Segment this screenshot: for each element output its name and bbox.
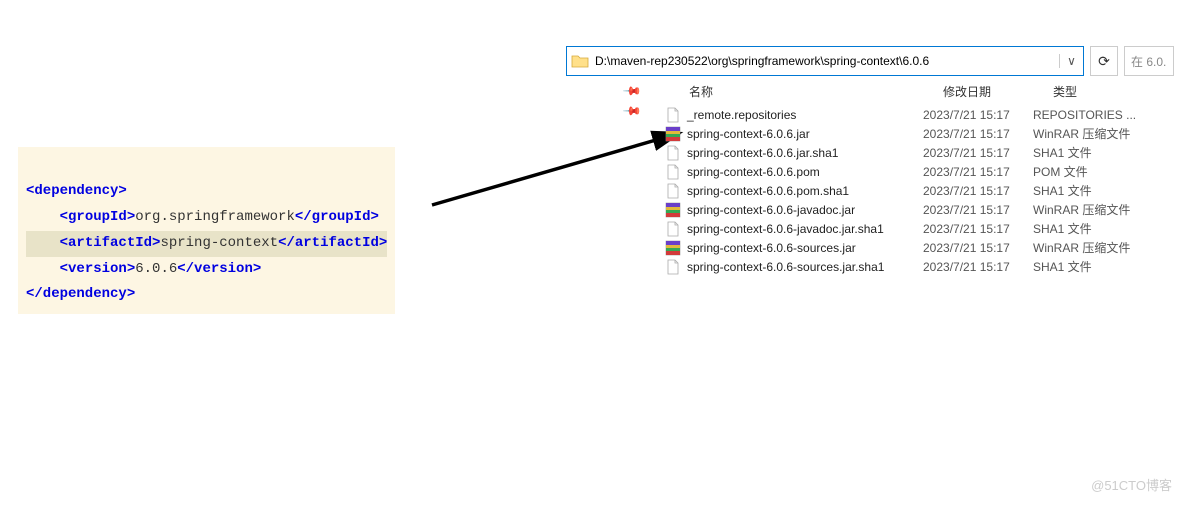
file-icon bbox=[665, 164, 681, 180]
file-date: 2023/7/21 15:17 bbox=[923, 260, 1033, 274]
chevron-down-icon[interactable]: ∨ bbox=[1059, 54, 1079, 68]
file-type: REPOSITORIES ... bbox=[1033, 108, 1153, 122]
file-name: spring-context-6.0.6-javadoc.jar.sha1 bbox=[687, 222, 884, 236]
file-type: SHA1 文件 bbox=[1033, 258, 1153, 275]
search-input[interactable]: 在 6.0. bbox=[1124, 46, 1174, 76]
file-row[interactable]: _remote.repositories 2023/7/21 15:17REPOS… bbox=[665, 105, 1184, 124]
maven-dependency-code: <dependency> <groupId>org.springframewor… bbox=[18, 147, 395, 314]
file-name: spring-context-6.0.6-sources.jar.sha1 bbox=[687, 260, 884, 274]
artifactid-value: spring-context bbox=[160, 235, 278, 251]
xml-tag-artifactid-close: </artifactId> bbox=[278, 235, 387, 251]
file-date: 2023/7/21 15:17 bbox=[923, 108, 1033, 122]
archive-icon bbox=[665, 126, 681, 142]
archive-icon bbox=[665, 202, 681, 218]
column-header-type[interactable]: 类型 bbox=[1053, 83, 1163, 100]
file-name: spring-context-6.0.6.pom.sha1 bbox=[687, 184, 849, 198]
xml-tag-groupid-open: <groupId> bbox=[60, 209, 136, 225]
file-icon bbox=[665, 259, 681, 275]
file-list-header: 名称 修改日期 类型 bbox=[665, 83, 1184, 105]
file-date: 2023/7/21 15:17 bbox=[923, 146, 1033, 160]
file-name: spring-context-6.0.6.pom bbox=[687, 165, 820, 179]
file-row[interactable]: spring-context-6.0.6.pom 2023/7/21 15:17P… bbox=[665, 162, 1184, 181]
xml-tag-dependency-close: </dependency> bbox=[26, 286, 135, 302]
xml-tag-version-open: <version> bbox=[60, 261, 136, 277]
folder-icon bbox=[571, 53, 589, 69]
file-icon bbox=[665, 183, 681, 199]
file-row[interactable]: spring-context-6.0.6.jar 2023/7/21 15:17W… bbox=[665, 124, 1184, 143]
xml-tag-dependency-open: <dependency> bbox=[26, 183, 127, 199]
address-bar: D:\maven-rep230522\org\springframework\s… bbox=[566, 46, 1174, 76]
file-row[interactable]: spring-context-6.0.6-javadoc.jar.sha1 202… bbox=[665, 219, 1184, 238]
file-row[interactable]: spring-context-6.0.6-javadoc.jar 2023/7/2… bbox=[665, 200, 1184, 219]
file-type: WinRAR 压缩文件 bbox=[1033, 125, 1153, 142]
file-name: spring-context-6.0.6.jar.sha1 bbox=[687, 146, 838, 160]
file-row[interactable]: spring-context-6.0.6.pom.sha1 2023/7/21 1… bbox=[665, 181, 1184, 200]
column-header-date[interactable]: 修改日期 bbox=[943, 83, 1053, 100]
file-date: 2023/7/21 15:17 bbox=[923, 184, 1033, 198]
file-date: 2023/7/21 15:17 bbox=[923, 203, 1033, 217]
groupid-value: org.springframework bbox=[135, 209, 295, 225]
version-value: 6.0.6 bbox=[135, 261, 177, 277]
file-date: 2023/7/21 15:17 bbox=[923, 222, 1033, 236]
file-row[interactable]: spring-context-6.0.6-sources.jar.sha1 202… bbox=[665, 257, 1184, 276]
column-header-name[interactable]: 名称 bbox=[665, 83, 943, 100]
refresh-button[interactable]: ⟳ bbox=[1090, 46, 1118, 76]
file-icon bbox=[665, 221, 681, 237]
file-name: spring-context-6.0.6-sources.jar bbox=[687, 241, 856, 255]
file-icon bbox=[665, 107, 681, 123]
file-date: 2023/7/21 15:17 bbox=[923, 127, 1033, 141]
pin-icon[interactable]: 📌 bbox=[622, 101, 642, 121]
file-type: SHA1 文件 bbox=[1033, 144, 1153, 161]
file-type: POM 文件 bbox=[1033, 163, 1153, 180]
breadcrumb-path-text: D:\maven-rep230522\org\springframework\s… bbox=[595, 54, 1059, 68]
pin-icon[interactable]: 📌 bbox=[622, 81, 642, 101]
file-list-panel: 名称 修改日期 类型 _remote.repositories 2023/7/21… bbox=[665, 83, 1184, 276]
file-row[interactable]: spring-context-6.0.6-sources.jar 2023/7/2… bbox=[665, 238, 1184, 257]
file-date: 2023/7/21 15:17 bbox=[923, 241, 1033, 255]
file-name: _remote.repositories bbox=[687, 108, 796, 122]
archive-icon bbox=[665, 240, 681, 256]
file-type: WinRAR 压缩文件 bbox=[1033, 201, 1153, 218]
file-type: WinRAR 压缩文件 bbox=[1033, 239, 1153, 256]
xml-tag-artifactid-open: <artifactId> bbox=[60, 235, 161, 251]
xml-tag-version-close: </version> bbox=[177, 261, 261, 277]
file-date: 2023/7/21 15:17 bbox=[923, 165, 1033, 179]
file-type: SHA1 文件 bbox=[1033, 220, 1153, 237]
watermark: @51CTO博客 bbox=[1091, 475, 1172, 494]
arrow-annotation bbox=[430, 105, 700, 215]
file-icon bbox=[665, 145, 681, 161]
xml-tag-groupid-close: </groupId> bbox=[295, 209, 379, 225]
file-type: SHA1 文件 bbox=[1033, 182, 1153, 199]
file-name: spring-context-6.0.6.jar bbox=[687, 127, 810, 141]
file-name: spring-context-6.0.6-javadoc.jar bbox=[687, 203, 855, 217]
pin-icons-column: 📌 📌 bbox=[625, 84, 640, 118]
breadcrumb-path-box[interactable]: D:\maven-rep230522\org\springframework\s… bbox=[566, 46, 1084, 76]
file-row[interactable]: spring-context-6.0.6.jar.sha1 2023/7/21 1… bbox=[665, 143, 1184, 162]
